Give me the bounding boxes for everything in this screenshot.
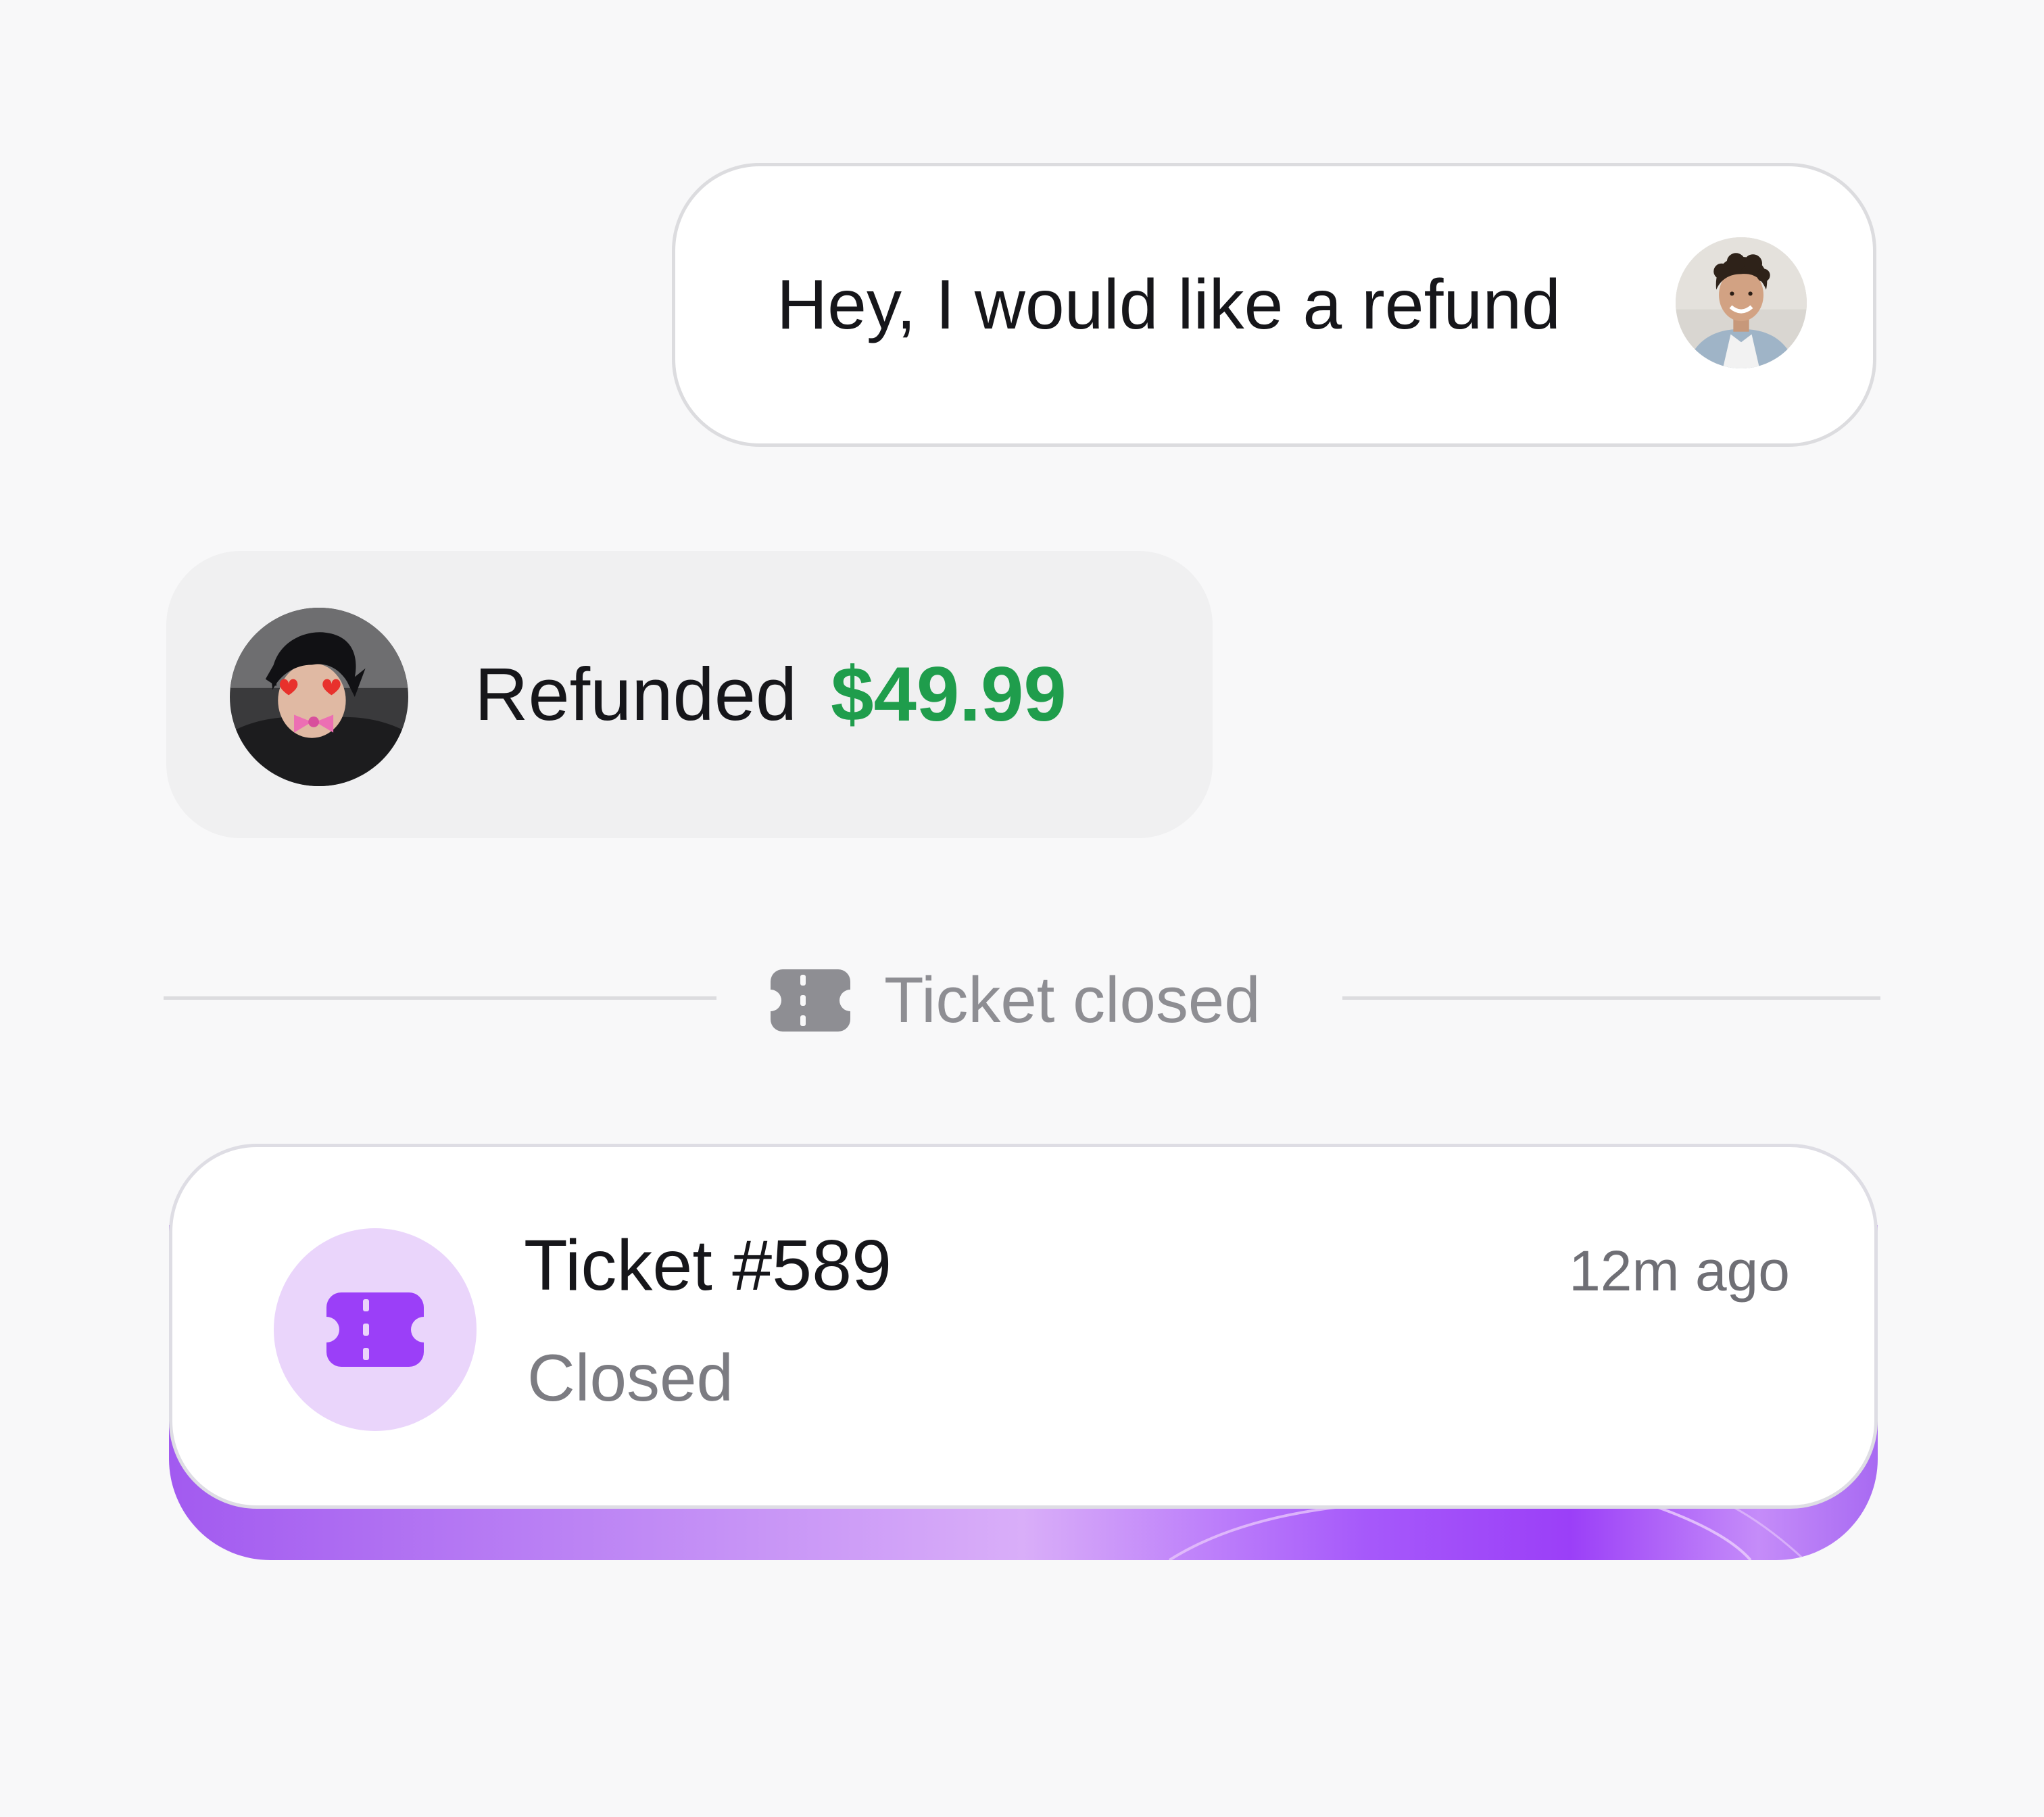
agent-refund-bubble: Refunded $49.99: [166, 551, 1213, 838]
ticket-icon-badge: [274, 1228, 477, 1431]
customer-avatar-image: [1676, 237, 1807, 368]
divider-line-right: [1342, 996, 1880, 1000]
ticket-card-container[interactable]: Ticket #589 Closed 12m ago: [169, 1144, 1878, 1560]
customer-message-bubble: Hey, I would like a refund: [672, 163, 1876, 447]
customer-message-text: Hey, I would like a refund: [777, 265, 1561, 344]
ticket-closed-divider: Ticket closed: [771, 960, 1261, 1041]
ticket-card[interactable]: Ticket #589 Closed 12m ago: [169, 1144, 1878, 1509]
divider-line-left: [164, 996, 716, 1000]
ticket-status: Closed: [527, 1340, 734, 1415]
customer-avatar[interactable]: [1676, 237, 1807, 368]
ticket-closed-text: Ticket closed: [884, 964, 1261, 1036]
refund-summary: Refunded $49.99: [474, 551, 1067, 838]
ticket-timestamp: 12m ago: [1569, 1239, 1790, 1303]
refund-label: Refunded: [474, 653, 798, 736]
ticket-title: Ticket #589: [524, 1226, 892, 1305]
refund-amount: $49.99: [831, 652, 1067, 737]
ticket-icon: [326, 1292, 424, 1367]
ticket-icon: [771, 969, 850, 1032]
agent-avatar-image: [230, 608, 408, 786]
agent-avatar[interactable]: [230, 608, 408, 786]
